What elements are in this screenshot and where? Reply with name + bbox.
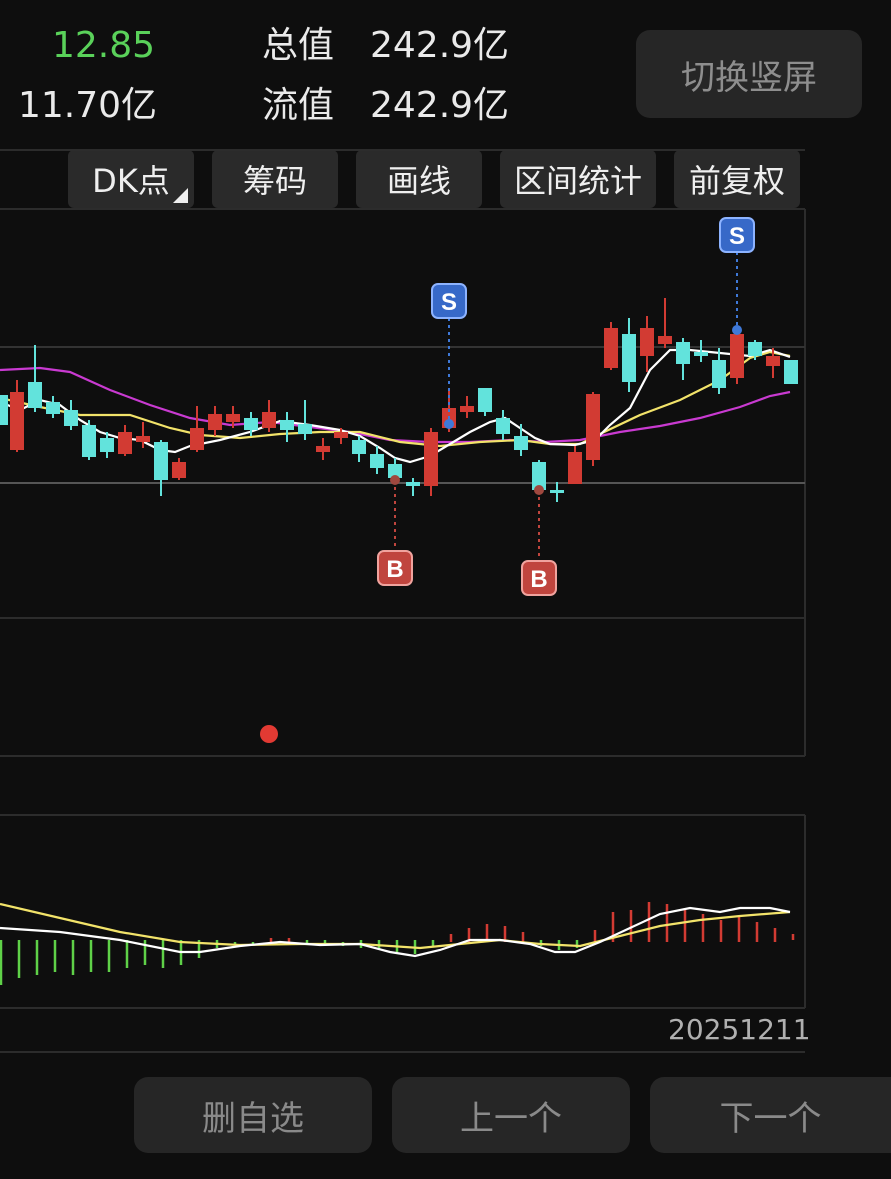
candle: [208, 414, 222, 430]
previous-button[interactable]: 上一个: [392, 1077, 630, 1153]
candle: [748, 342, 762, 356]
candle: [226, 414, 240, 422]
candle: [424, 432, 438, 486]
candle: [370, 454, 384, 468]
ma-yellow-line: [0, 350, 791, 448]
candle: [172, 462, 186, 478]
candle: [604, 328, 618, 368]
candle: [676, 342, 690, 364]
candle: [10, 392, 24, 450]
candle: [496, 418, 510, 434]
buy-marker-text: B: [530, 566, 547, 593]
candle: [316, 446, 330, 452]
candle: [622, 334, 636, 382]
signal-markers: S S B B: [377, 217, 755, 596]
candle: [658, 336, 672, 344]
candle: [262, 412, 276, 428]
candle: [64, 410, 78, 426]
candle: [514, 436, 528, 450]
candle: [406, 482, 420, 486]
candle: [586, 394, 600, 460]
ma-purple-line: [0, 366, 791, 444]
candle: [136, 436, 150, 442]
candle: [190, 428, 204, 450]
candle: [154, 442, 168, 480]
candle: [460, 406, 474, 412]
date-label: 20251211: [668, 1013, 811, 1046]
candle: [28, 382, 42, 408]
sell-marker-text: S: [441, 289, 457, 316]
sell-marker-text: S: [729, 223, 745, 250]
kline-chart[interactable]: S S B B: [0, 0, 891, 1179]
next-button[interactable]: 下一个: [650, 1077, 891, 1153]
candle: [730, 334, 744, 378]
candle: [100, 438, 114, 452]
candle: [550, 490, 564, 493]
delete-watchlist-button[interactable]: 删自选: [134, 1077, 372, 1153]
candle: [568, 452, 582, 484]
candle: [298, 424, 312, 434]
candle: [478, 388, 492, 412]
candle: [118, 432, 132, 454]
candle: [712, 360, 726, 388]
indicator-dot: [260, 725, 278, 743]
candle: [46, 402, 60, 414]
candle: [640, 328, 654, 356]
candle: [352, 440, 366, 454]
macd-histogram: [0, 902, 795, 985]
candle: [694, 352, 708, 356]
candle: [0, 395, 8, 425]
candle: [334, 432, 348, 438]
candle: [784, 360, 798, 384]
candle: [82, 425, 96, 457]
candle: [244, 418, 258, 430]
candle: [766, 356, 780, 366]
candle: [280, 420, 294, 430]
buy-marker-text: B: [386, 556, 403, 583]
